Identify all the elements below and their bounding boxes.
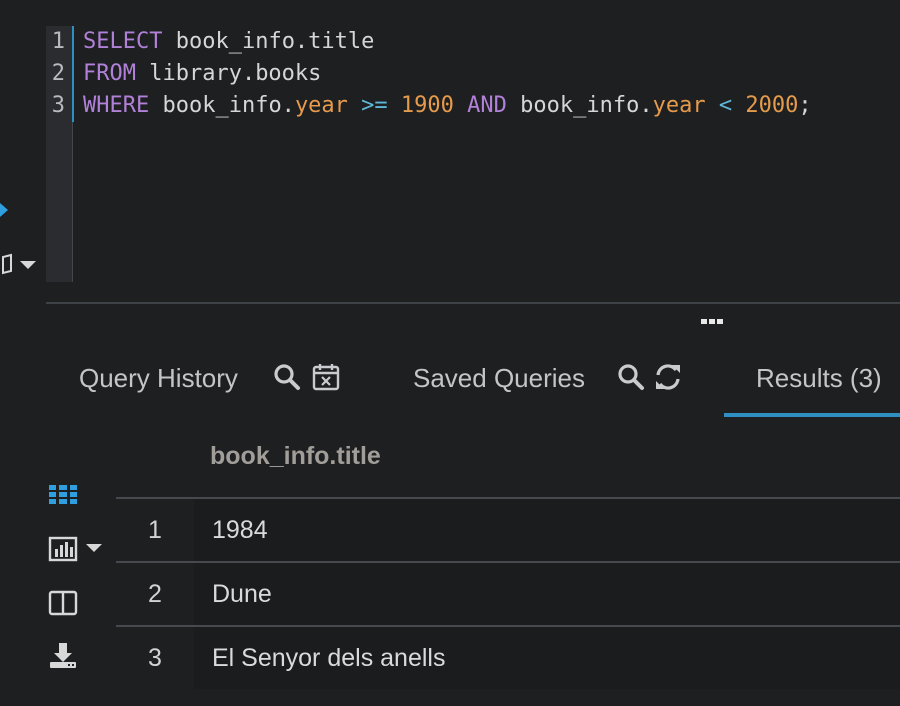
columns-icon[interactable] xyxy=(48,589,78,617)
line-gutter: 1 2 3 xyxy=(46,26,73,282)
tab-saved-queries[interactable]: Saved Queries xyxy=(413,358,585,398)
table-cell[interactable]: El Senyor dels anells xyxy=(212,627,445,689)
code-line-1[interactable]: SELECT book_info.title xyxy=(83,26,374,58)
column-header[interactable]: book_info.title xyxy=(210,436,381,476)
table-row[interactable]: 1 1984 xyxy=(116,497,900,561)
operator-token: < xyxy=(705,93,733,118)
calendar-icon[interactable] xyxy=(311,362,341,392)
chevron-down-icon[interactable] xyxy=(86,544,102,552)
keyword-token: SELECT xyxy=(83,29,163,54)
search-icon[interactable] xyxy=(616,362,646,392)
row-number: 2 xyxy=(116,563,194,625)
sql-editor[interactable]: 1 2 3 SELECT book_info.title FROM librar… xyxy=(46,26,900,282)
refresh-icon[interactable] xyxy=(653,362,683,392)
download-icon[interactable] xyxy=(48,642,78,670)
number-token: 1900 xyxy=(400,93,454,118)
keyword-token: FROM xyxy=(83,61,136,86)
table-cell[interactable]: Dune xyxy=(212,563,272,625)
row-number: 1 xyxy=(116,499,194,561)
line-number: 1 xyxy=(51,29,65,54)
code-line-2[interactable]: FROM library.books xyxy=(83,58,321,90)
table-row[interactable]: 3 El Senyor dels anells xyxy=(116,625,900,689)
property-token: year xyxy=(294,93,348,118)
bar-chart-icon[interactable] xyxy=(48,535,78,563)
identifier-token: book_info.title xyxy=(162,29,375,54)
identifier-token: library.books xyxy=(135,61,322,86)
line-number: 3 xyxy=(51,93,65,118)
number-token: 2000 xyxy=(745,93,799,118)
more-horizontal-icon[interactable] xyxy=(700,316,728,326)
line-number: 2 xyxy=(51,61,65,86)
play-icon[interactable] xyxy=(0,203,8,217)
punctuation-token: ; xyxy=(798,93,812,118)
tab-query-history[interactable]: Query History xyxy=(79,358,238,398)
book-icon[interactable] xyxy=(0,253,12,275)
table-cell[interactable]: 1984 xyxy=(212,499,268,561)
code-line-3[interactable]: WHERE book_info.year >= 1900 AND book_in… xyxy=(83,90,812,122)
hue-editor-screen: 1 2 3 SELECT book_info.title FROM librar… xyxy=(0,0,900,706)
active-lines-marker xyxy=(72,26,74,122)
keyword-token: AND xyxy=(467,93,507,118)
chevron-down-icon[interactable] xyxy=(20,261,36,269)
operator-token: >= xyxy=(347,93,388,118)
grid-icon[interactable] xyxy=(48,480,78,508)
identifier-token: book_info. xyxy=(506,93,653,118)
property-token: year xyxy=(652,93,706,118)
table-row[interactable]: 2 Dune xyxy=(116,561,900,625)
identifier-token: book_info. xyxy=(149,93,295,118)
keyword-token: WHERE xyxy=(83,93,150,118)
tab-results[interactable]: Results (3) xyxy=(756,358,882,398)
row-number: 3 xyxy=(116,627,194,689)
panel-splitter[interactable] xyxy=(46,302,900,304)
active-tab-indicator xyxy=(724,413,900,417)
search-icon[interactable] xyxy=(272,362,302,392)
